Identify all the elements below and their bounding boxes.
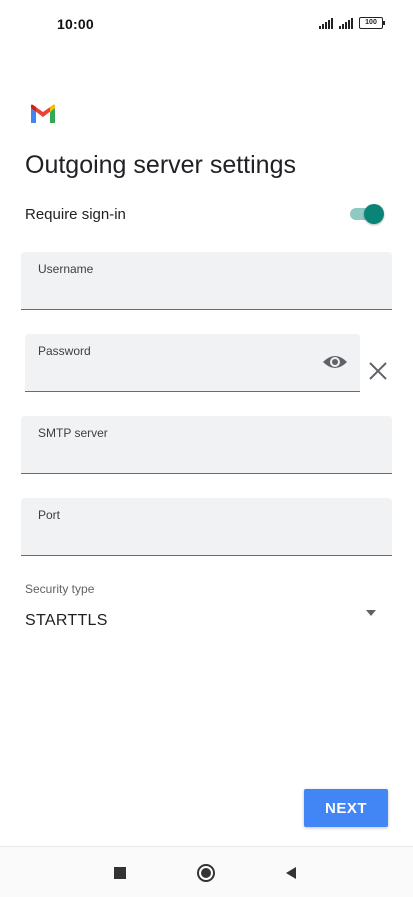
battery-icon: 100 [359,17,385,29]
back-icon[interactable] [285,866,297,880]
smtp-server-label: SMTP server [38,426,108,440]
require-signin-label: Require sign-in [25,206,126,223]
username-field[interactable]: Username [21,252,392,310]
username-label: Username [38,262,94,276]
navigation-bar [0,846,413,897]
home-icon[interactable] [197,864,215,882]
page-title: Outgoing server settings [25,151,296,179]
eye-icon[interactable] [322,352,348,372]
close-icon[interactable] [367,360,389,382]
signal-icon [319,17,333,29]
next-button[interactable]: NEXT [304,789,388,827]
require-signin-toggle[interactable] [350,204,384,224]
password-label: Password [38,344,91,358]
password-field[interactable]: Password [25,334,360,392]
status-icons: 100 [319,17,385,29]
port-field[interactable]: Port [21,498,392,556]
signal-icon [339,17,353,29]
gmail-logo [31,104,55,123]
smtp-server-field[interactable]: SMTP server [21,416,392,474]
status-time: 10:00 [57,16,94,32]
port-label: Port [38,508,61,522]
dropdown-arrow-icon[interactable] [364,608,378,618]
security-type-label: Security type [25,582,95,596]
toggle-thumb [364,204,384,224]
security-type-select[interactable]: STARTTLS [25,612,108,630]
recents-icon[interactable] [114,867,126,879]
